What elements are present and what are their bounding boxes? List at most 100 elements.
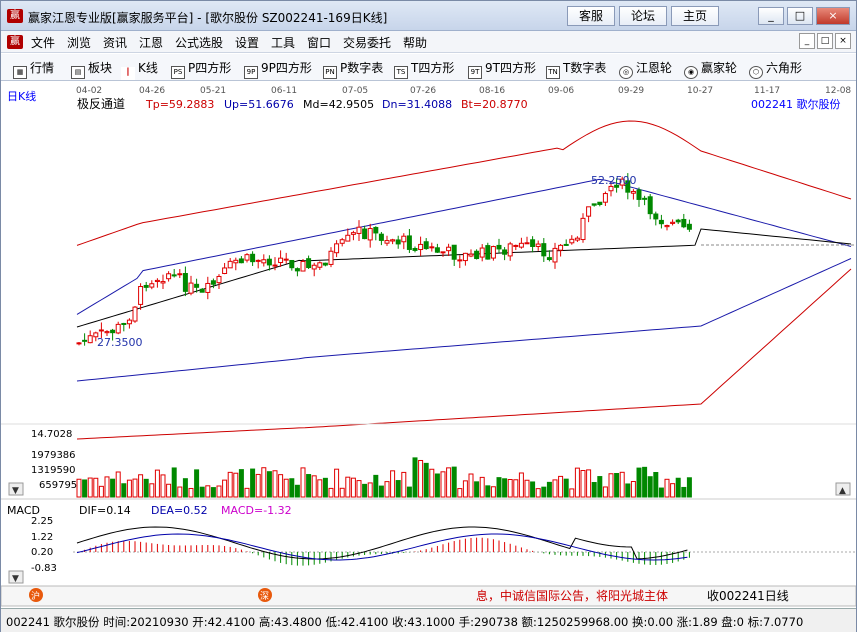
menu-settings[interactable]: 设置 <box>235 34 259 51</box>
volume-bar <box>160 474 166 498</box>
period-label: 日K线 <box>7 89 36 103</box>
menu-help[interactable]: 帮助 <box>403 34 427 51</box>
candle-body <box>490 246 496 259</box>
candle-body <box>479 247 485 258</box>
homepage-button[interactable]: 主页 <box>671 6 719 26</box>
grid-icon: ▦ <box>13 66 27 79</box>
candle-body <box>451 244 457 260</box>
candle-body <box>429 246 435 249</box>
candle-body <box>210 280 216 285</box>
indicator-tp: Tp=59.2883 <box>145 98 214 111</box>
tool-hexagon[interactable]: ⬡ 六角形 <box>749 59 802 79</box>
volume-bar <box>138 474 144 498</box>
tool-label: T四方形 <box>411 61 455 75</box>
menu-tools[interactable]: 工具 <box>271 34 295 51</box>
candle-body <box>541 243 547 257</box>
minimize-button[interactable]: _ <box>758 7 784 25</box>
volume-bar <box>317 479 323 498</box>
date-tick: 08-16 <box>479 86 505 96</box>
volume-bar <box>266 471 272 498</box>
volume-bar <box>350 477 356 498</box>
candle-body <box>188 282 194 294</box>
candle-body <box>334 243 340 254</box>
volume-bar <box>418 459 424 498</box>
news-ticker[interactable]: 息，中诚信国际公告，将阳光城主体 <box>476 588 668 603</box>
menu-browse[interactable]: 浏览 <box>67 34 91 51</box>
forum-button[interactable]: 论坛 <box>619 6 667 26</box>
candle-body <box>143 284 149 288</box>
volume-bar <box>580 469 586 498</box>
date-tick: 04-02 <box>76 86 102 96</box>
menu-info[interactable]: 资讯 <box>103 34 127 51</box>
date-axis: 04-02 04-26 05-21 06-11 07-05 07-26 08-16 09-06… <box>76 86 851 96</box>
wheel-icon: ◎ <box>619 66 633 79</box>
macd-dif: DIF=0.14 <box>79 504 131 517</box>
candle-body <box>395 239 401 245</box>
candle-body <box>261 259 267 264</box>
volume-bar <box>182 478 188 498</box>
volume-bar <box>373 474 379 498</box>
candle-body <box>474 250 480 260</box>
candle-body <box>110 329 116 334</box>
maximize-button[interactable]: □ <box>787 7 813 25</box>
volume-bar <box>440 471 446 498</box>
tool-label: T数字表 <box>563 61 607 75</box>
app-logo-icon: 赢 <box>7 9 23 23</box>
volume-bar <box>597 476 603 498</box>
mdi-restore-button[interactable]: □ <box>817 33 833 49</box>
candle-body <box>244 254 250 261</box>
9t-icon: 9T <box>468 66 482 79</box>
volume-bar <box>636 467 642 498</box>
candle-body <box>670 221 676 224</box>
candle-body <box>255 259 261 262</box>
candle-body <box>205 282 211 293</box>
menu-trade[interactable]: 交易委托 <box>343 34 391 51</box>
candle-body <box>440 251 446 254</box>
candle-body <box>166 273 172 280</box>
menu-formula[interactable]: 公式选股 <box>175 34 223 51</box>
mdi-close-button[interactable]: × <box>835 33 851 49</box>
candle-body <box>373 226 379 234</box>
date-tick: 06-11 <box>271 86 297 96</box>
tool-label: K线 <box>138 61 158 75</box>
tool-9p-square[interactable]: 9P 9P四方形 <box>244 59 312 79</box>
service-button[interactable]: 客服 <box>567 6 615 26</box>
candle-body <box>339 239 345 244</box>
tool-quotes[interactable]: ▦ 行情 <box>13 59 54 79</box>
candle-body <box>518 242 524 248</box>
candle-body <box>569 238 575 244</box>
mdi-minimize-button[interactable]: _ <box>799 33 815 49</box>
tool-t-square[interactable]: TS T四方形 <box>394 59 455 79</box>
volume-bar <box>199 486 205 498</box>
volume-bar <box>563 478 569 498</box>
tool-winner-wheel[interactable]: ◉ 赢家轮 <box>684 59 737 79</box>
tool-kline[interactable]: ┃ K线 <box>121 59 158 80</box>
volume-bar <box>121 483 127 498</box>
volume-bar <box>664 478 670 498</box>
volume-bar <box>614 473 620 498</box>
tool-p-table[interactable]: PN P数字表 <box>323 59 383 79</box>
volume-bar <box>401 471 407 498</box>
candle-body <box>121 322 127 325</box>
volume-bar <box>502 478 508 498</box>
volume-bar <box>558 475 564 498</box>
volume-bar <box>171 467 177 498</box>
dn-band-line <box>76 258 852 382</box>
tool-9t-square[interactable]: 9T 9T四方形 <box>468 59 536 79</box>
tool-gann-wheel[interactable]: ◎ 江恩轮 <box>619 59 672 79</box>
kline-chart[interactable]: 04-02 04-26 05-21 06-11 07-05 07-26 08-16 09-06… <box>0 81 857 608</box>
close-button[interactable]: × <box>816 7 850 25</box>
menu-gann[interactable]: 江恩 <box>139 34 163 51</box>
macd-axis-4: -0.83 <box>31 563 57 574</box>
volume-bar <box>93 477 99 498</box>
volume-bar <box>541 486 547 498</box>
tool-t-table[interactable]: TN T数字表 <box>546 59 607 79</box>
tool-p-square[interactable]: PS P四方形 <box>171 59 231 79</box>
pn-icon: PN <box>323 66 337 79</box>
menu-file[interactable]: 文件 <box>31 34 55 51</box>
chart-area[interactable]: 04-02 04-26 05-21 06-11 07-05 07-26 08-16 09-06… <box>0 81 857 608</box>
menu-window[interactable]: 窗口 <box>307 34 331 51</box>
candle-body <box>300 260 306 272</box>
candle-body <box>177 273 183 276</box>
tool-sectors[interactable]: ▤ 板块 <box>71 59 112 79</box>
